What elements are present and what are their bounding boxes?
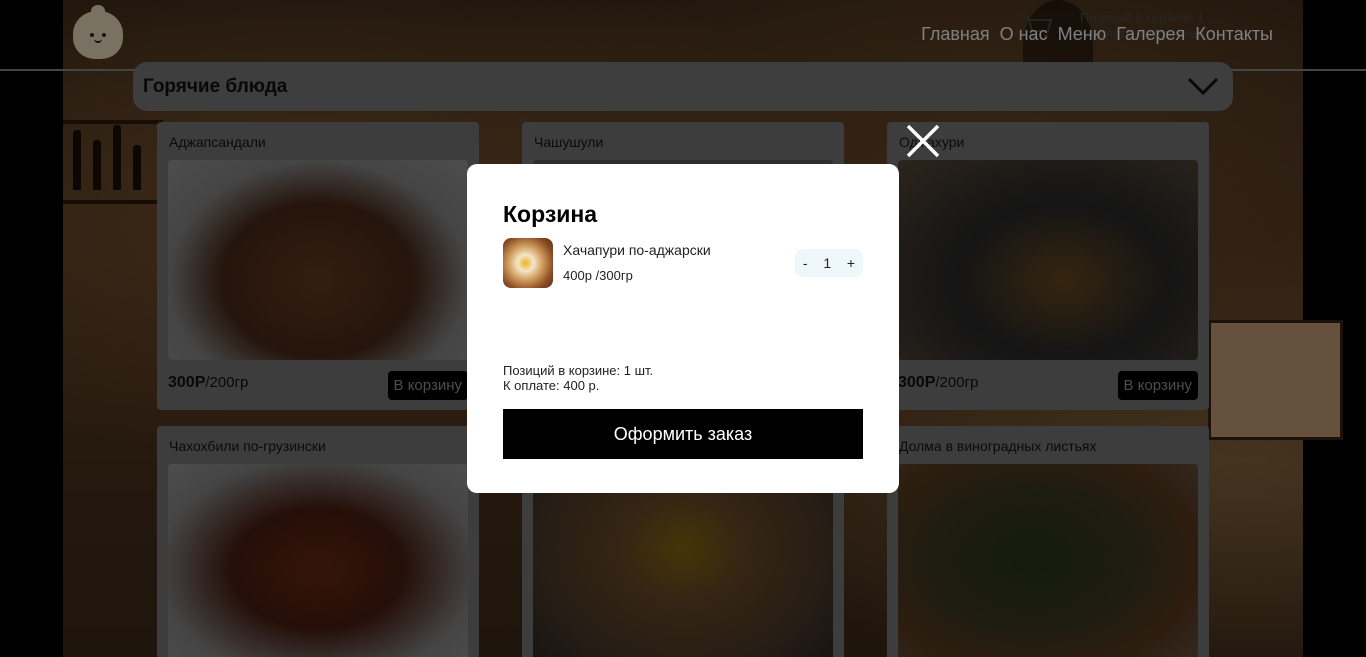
cart-item-name: Хачапури по-аджарски [563, 242, 711, 258]
main-nav: Главная О нас Меню Галерея Контакты [921, 24, 1273, 45]
price-weight: /200гр [205, 374, 249, 391]
product-card: Оджахури 300Р/200гр В корзину [887, 122, 1209, 410]
shelf [63, 120, 163, 124]
product-price: 300Р/200гр [898, 374, 978, 392]
nav-menu[interactable]: Меню [1058, 24, 1107, 45]
cart-item-price: 400р /300гр [563, 268, 633, 283]
price-value: 300Р [898, 374, 936, 391]
bottle [73, 130, 81, 190]
nav-contacts[interactable]: Контакты [1195, 24, 1273, 45]
quantity-value: 1 [823, 255, 832, 271]
nav-about[interactable]: О нас [1000, 24, 1048, 45]
product-photo [898, 464, 1198, 657]
bottle [93, 140, 101, 190]
product-card: Долма в виноградных листьях [887, 426, 1209, 657]
summary-total: К оплате: 400 р. [503, 378, 600, 393]
product-name: Аджапсандали [169, 134, 266, 150]
logo-eye [90, 33, 94, 37]
product-name: Чахохбили по-грузински [169, 438, 326, 454]
product-photo [168, 464, 468, 657]
checkout-button[interactable]: Оформить заказ [503, 409, 863, 459]
price-value: 300Р [168, 374, 206, 391]
close-icon[interactable] [904, 122, 942, 160]
category-dropdown[interactable]: Горячие блюда [133, 62, 1233, 111]
nav-home[interactable]: Главная [921, 24, 990, 45]
price-weight: /200гр [935, 374, 979, 391]
increase-button[interactable]: + [847, 255, 855, 271]
cart-summary-block: Позиций в корзине: 1 шт. К оплате: 400 р… [503, 363, 653, 393]
add-to-cart-button[interactable]: В корзину [1117, 371, 1198, 400]
product-name: Чашушули [534, 134, 604, 150]
coffee-sign [1208, 320, 1343, 440]
nav-gallery[interactable]: Галерея [1116, 24, 1185, 45]
category-title: Горячие блюда [143, 76, 288, 97]
site-header: Позиций в корзине 1 К оплате 400 рублей … [0, 0, 1366, 71]
product-name: Долма в виноградных листьях [899, 438, 1097, 454]
bottle [113, 125, 121, 190]
logo-eye [102, 33, 106, 37]
product-card: Аджапсандали 300Р/200гр В корзину [157, 122, 479, 410]
product-photo [168, 160, 468, 360]
summary-count: Позиций в корзине: 1 шт. [503, 363, 654, 378]
cart-modal: Корзина Хачапури по-аджарски 400р /300гр… [467, 164, 899, 493]
decrease-button[interactable]: - [803, 255, 808, 271]
modal-title: Корзина [503, 201, 598, 227]
logo[interactable] [73, 5, 123, 59]
product-price: 300Р/200гр [168, 374, 248, 392]
add-to-cart-button[interactable]: В корзину [387, 371, 468, 400]
product-card: Чахохбили по-грузински [157, 426, 479, 657]
shelf [63, 200, 163, 204]
cart-item-thumbnail [503, 238, 553, 288]
logo-mouth [94, 39, 102, 43]
quantity-stepper: - 1 + [795, 249, 863, 277]
product-photo [898, 160, 1198, 360]
bottle [133, 145, 141, 190]
chevron-down-icon[interactable] [1187, 75, 1219, 97]
